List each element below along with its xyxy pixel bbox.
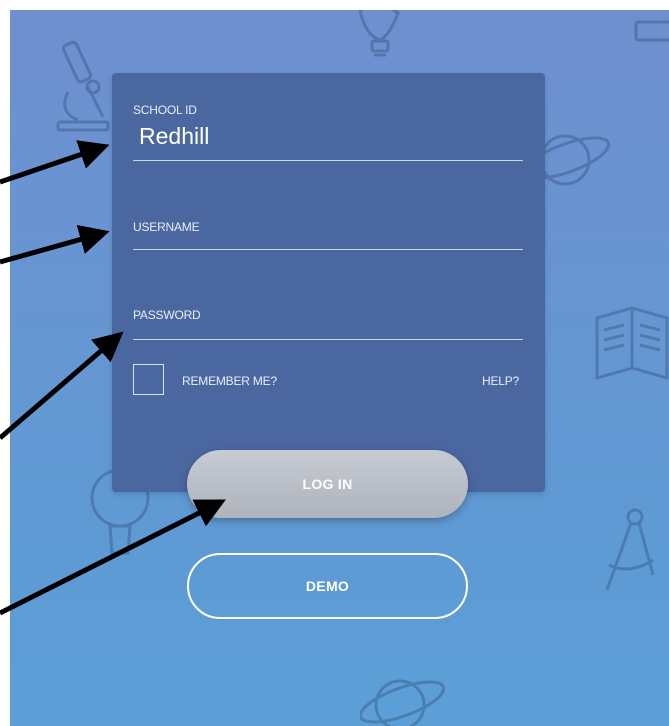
- school-id-input[interactable]: Redhill: [139, 123, 209, 150]
- help-link[interactable]: HELP?: [482, 374, 519, 388]
- microscope-icon: [48, 32, 118, 142]
- school-id-label: SCHOOL ID: [133, 103, 197, 117]
- password-input[interactable]: [133, 339, 523, 340]
- ruler-icon: [632, 18, 669, 48]
- compass-icon: [595, 505, 665, 605]
- password-label: PASSWORD: [133, 308, 201, 322]
- planet-icon: [360, 660, 450, 726]
- login-button[interactable]: LOG IN: [187, 450, 468, 518]
- username-label: USERNAME: [133, 220, 200, 234]
- lightbulb-icon: [350, 10, 410, 65]
- remember-me-checkbox[interactable]: [133, 364, 164, 395]
- remember-me-label[interactable]: REMEMBER ME?: [182, 374, 277, 388]
- demo-button[interactable]: DEMO: [187, 553, 468, 619]
- book-icon: [592, 298, 669, 388]
- username-input[interactable]: [133, 249, 523, 250]
- school-id-underline: [133, 160, 523, 161]
